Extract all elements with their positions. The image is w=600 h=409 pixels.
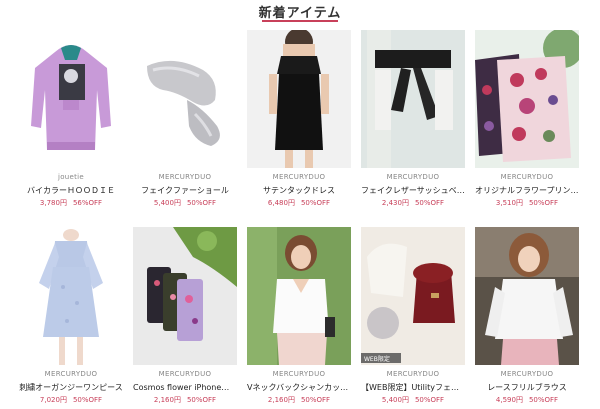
product-name[interactable]: Cosmos flower iPhoneケ… [133,382,237,393]
lace-dress-product-image[interactable] [19,227,123,365]
product-brand: MERCURYDUO [44,370,98,378]
product-price-row: 2,430円 50%OFF [361,198,465,208]
hoodie-product-image[interactable] [19,30,123,168]
web-limited-tag: WEB限定 [364,356,390,363]
sash-belt-product-image[interactable] [361,30,465,168]
product-name[interactable]: フェイクファーショール [133,185,237,196]
product-price-row: 3,510円 50%OFF [475,198,579,208]
product-brand: MERCURYDUO [500,370,554,378]
product-name[interactable]: レースフリルブラウス [475,382,579,393]
iphone-case-product-image[interactable] [133,227,237,365]
product-price: 2,160円 [267,396,295,404]
product-price-row: 2,160円 50%OFF [247,395,351,405]
product-name[interactable]: オリジナルフラワープリント… [475,185,579,196]
lace-blouse-product-image[interactable] [475,227,579,365]
discount-badge: 50%OFF [300,396,331,404]
product-price-row: 3,780円 56%OFF [19,198,123,208]
black-dress-product-image[interactable] [247,30,351,168]
discount-badge: 50%OFF [414,396,445,404]
discount-badge: 56%OFF [72,199,103,207]
flower-case-product-image[interactable] [475,30,579,168]
section-heading: 新着アイテム [0,2,600,24]
product-price: 4,590円 [495,396,523,404]
product-price: 7,020円 [39,396,67,404]
product-name[interactable]: 【WEB限定】Utilityフェイ… [361,382,465,393]
product-price-row: 5,400円 50%OFF [361,395,465,405]
product-price: 5,400円 [153,199,181,207]
product-name[interactable]: サテンタックドレス [247,185,351,196]
product-price: 3,510円 [495,199,523,207]
discount-badge: 50%OFF [528,396,559,404]
product-brand: MERCURYDUO [272,173,326,181]
product-brand: jouetie [57,173,85,181]
discount-badge: 50%OFF [528,199,559,207]
product-price-row: 7,020円 50%OFF [19,395,123,405]
product-brand: MERCURYDUO [158,173,212,181]
product-brand: MERCURYDUO [386,173,440,181]
discount-badge: 50%OFF [300,199,331,207]
discount-badge: 50%OFF [72,396,103,404]
fur-bag-product-image[interactable]: WEB限定 [361,227,465,365]
fur-shawl-product-image[interactable] [133,30,237,168]
vneck-top-product-image[interactable] [247,227,351,365]
discount-badge: 50%OFF [186,396,217,404]
product-price-row: 2,160円 50%OFF [133,395,237,405]
title-underline [262,20,338,22]
product-name[interactable]: Vネックバックシャンカット… [247,382,351,393]
product-name[interactable]: フェイクレザーサッシュベルト [361,185,465,196]
product-brand: MERCURYDUO [158,370,212,378]
product-price: 5,400円 [381,396,409,404]
product-price: 3,780円 [39,199,67,207]
product-brand: MERCURYDUO [386,370,440,378]
discount-badge: 50%OFF [186,199,217,207]
product-price-row: 4,590円 50%OFF [475,395,579,405]
product-price-row: 5,400円 50%OFF [133,198,237,208]
product-brand: MERCURYDUO [272,370,326,378]
discount-badge: 50%OFF [414,199,445,207]
product-price: 6,480円 [267,199,295,207]
product-price-row: 6,480円 50%OFF [247,198,351,208]
product-brand: MERCURYDUO [500,173,554,181]
product-price: 2,430円 [381,199,409,207]
product-price: 2,160円 [153,396,181,404]
product-name[interactable]: 刺繍オーガンジーワンピース [19,382,123,393]
product-name[interactable]: バイカラーＨＯＯＤＩＥ [19,185,123,196]
